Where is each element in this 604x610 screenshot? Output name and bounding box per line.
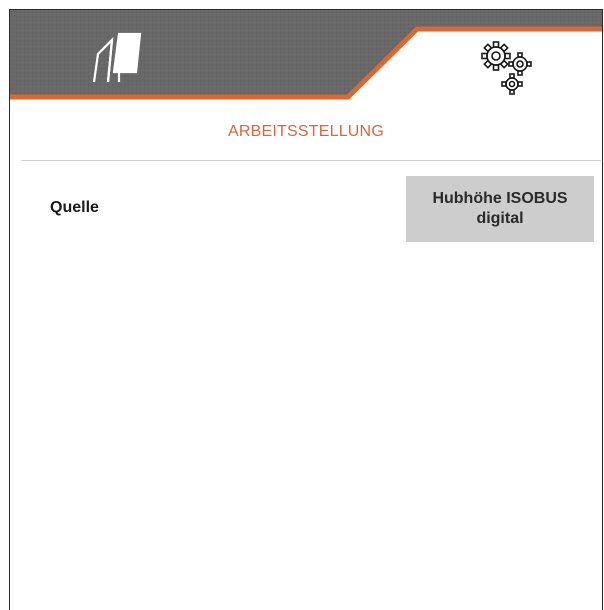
source-label: Quelle (50, 199, 99, 216)
source-value-button[interactable]: Hubhöhe ISOBUS digital (406, 176, 594, 242)
tab-header (10, 10, 602, 102)
divider (21, 160, 601, 161)
app-frame: ARBEITSSTELLUNG Quelle Hubhöhe ISOBUS di… (9, 9, 603, 610)
source-value-text: Hubhöhe ISOBUS digital (432, 190, 568, 227)
gears-icon (481, 41, 532, 95)
tab-settings[interactable] (481, 41, 532, 95)
section-title: ARBEITSSTELLUNG (228, 123, 384, 140)
